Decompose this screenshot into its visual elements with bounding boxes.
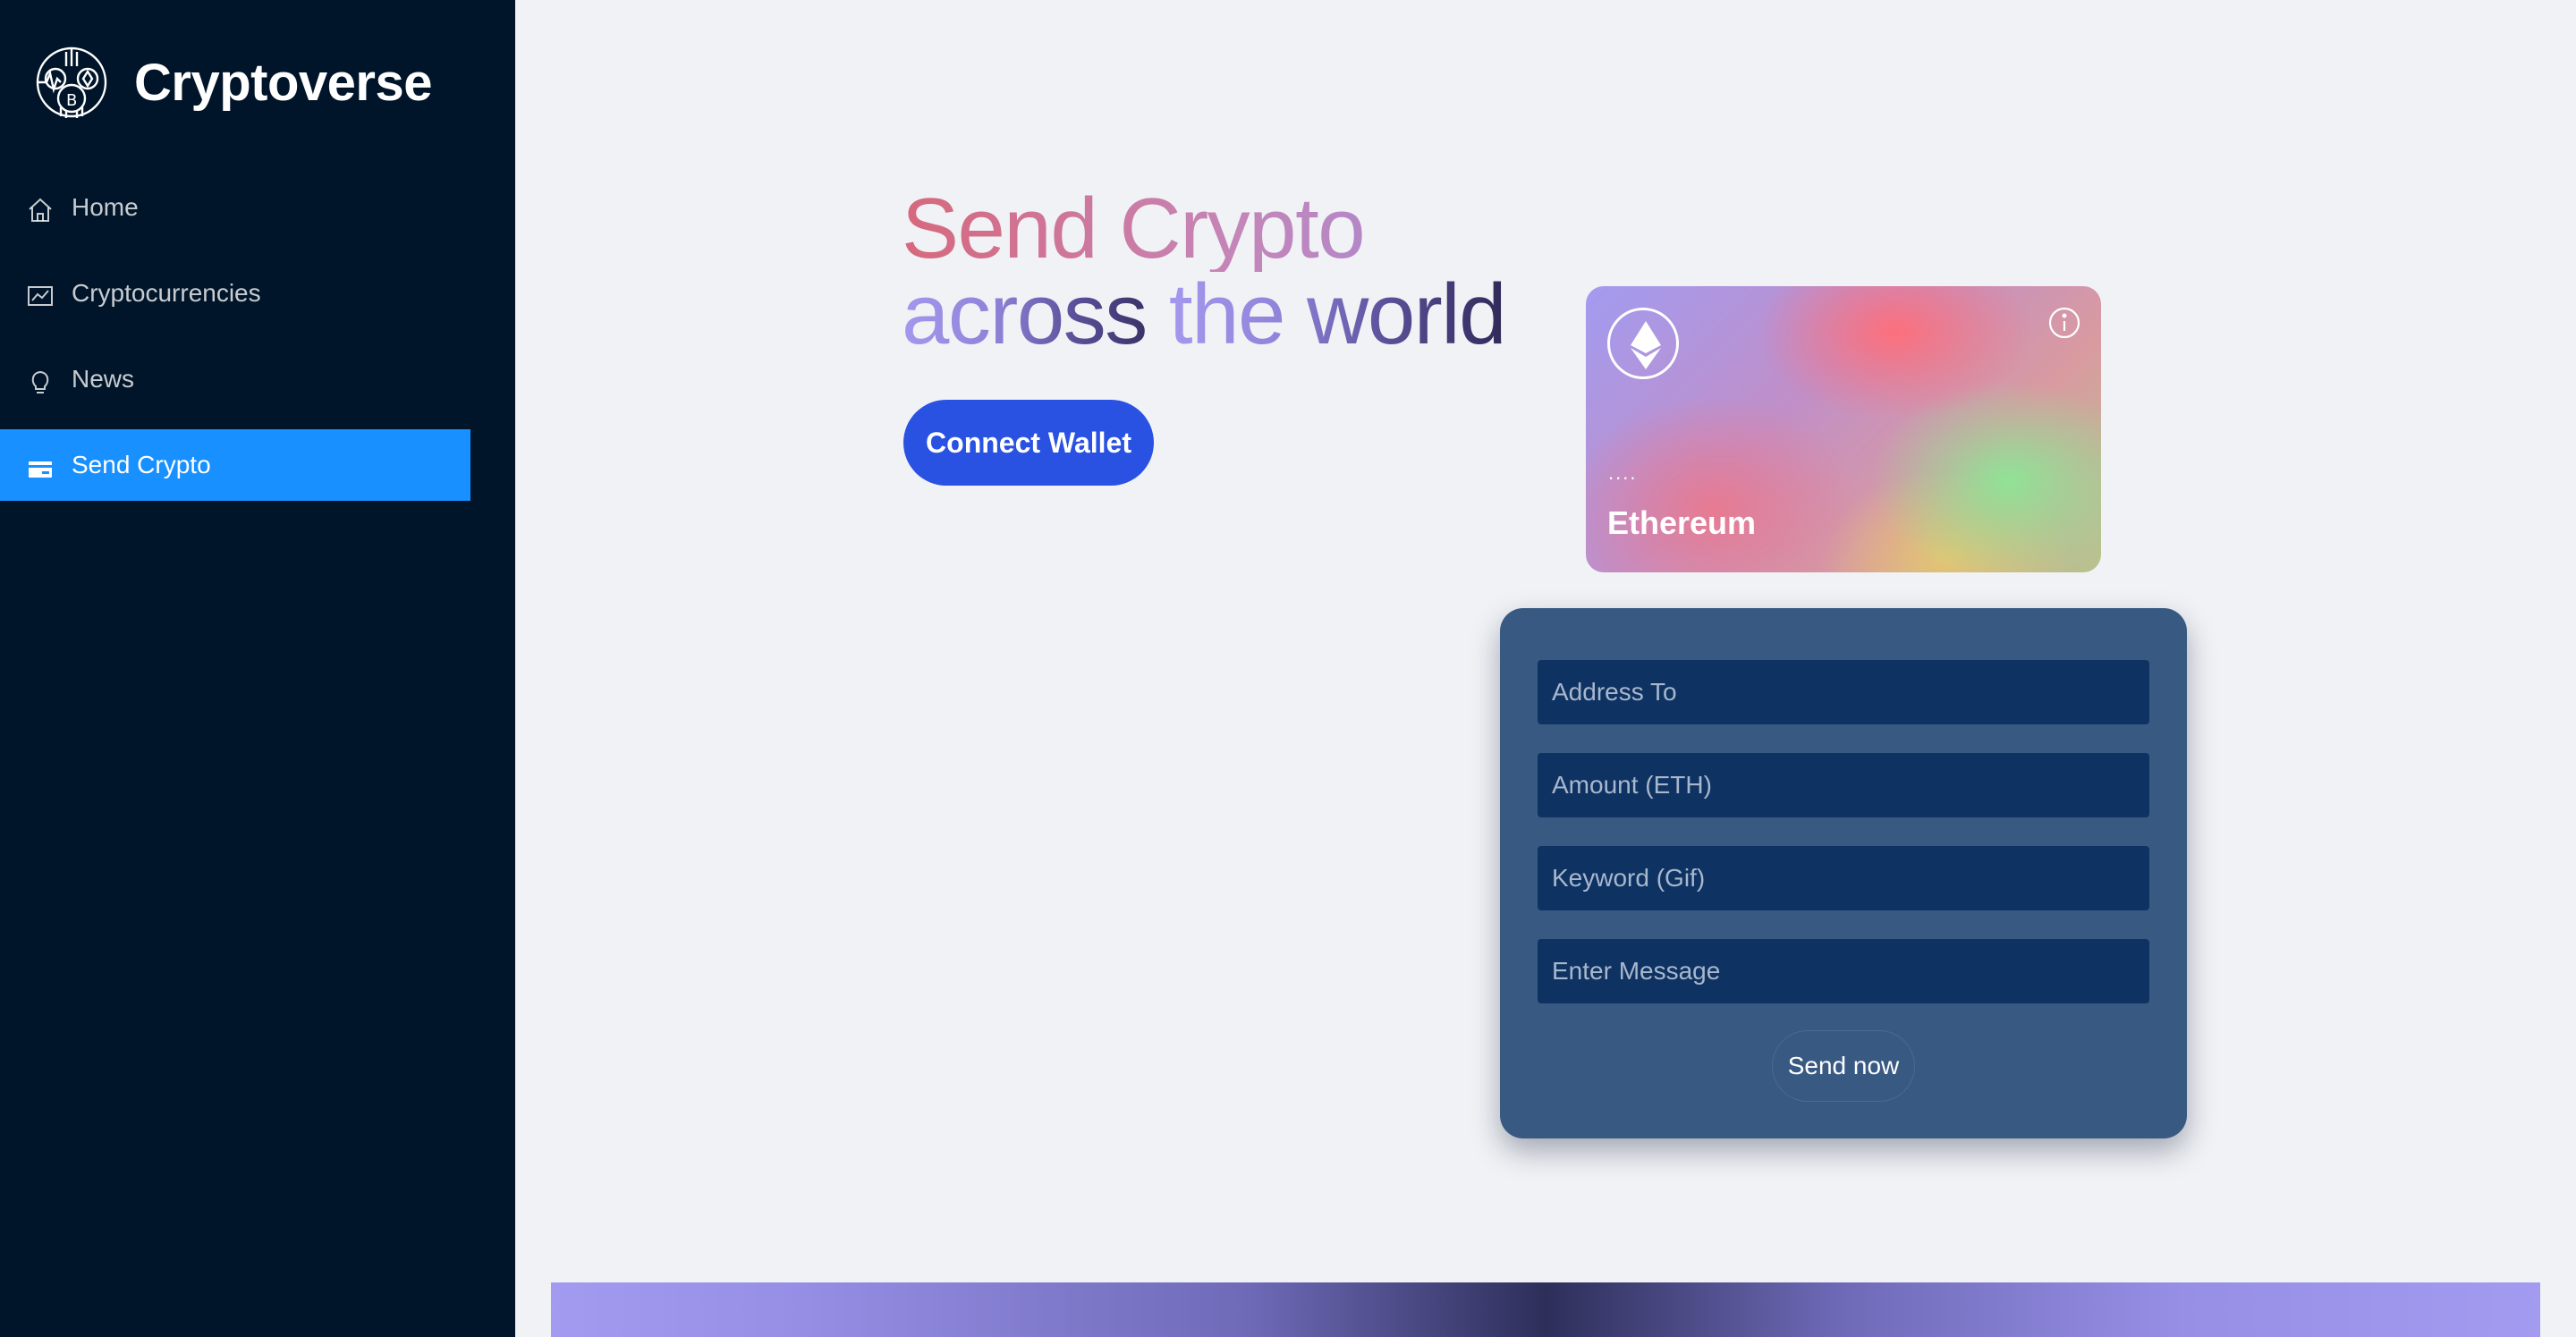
address-to-input[interactable] <box>1538 660 2149 724</box>
hero-heading-line1: Send Crypto <box>902 186 1505 272</box>
home-icon <box>29 198 52 222</box>
keyword-input[interactable] <box>1538 846 2149 910</box>
bulb-icon <box>31 370 49 393</box>
ethereum-icon <box>1631 321 1661 369</box>
ethereum-card: .... Ethereum <box>1586 286 2101 572</box>
svg-text:B: B <box>66 91 77 110</box>
send-form: Send now <box>1500 608 2187 1138</box>
card-address: .... <box>1608 461 1638 484</box>
message-input[interactable] <box>1538 939 2149 1003</box>
info-icon[interactable] <box>2047 306 2081 340</box>
menu-item-cryptocurrencies-label: Cryptocurrencies <box>72 279 261 307</box>
sidebar: B Cryptoverse Home Cryptocurrencies News <box>0 0 515 1337</box>
ethereum-logo <box>1607 308 1679 379</box>
menu-item-home-label: Home <box>72 193 139 221</box>
menu-item-news-label: News <box>72 365 135 393</box>
cryptoverse-logo-icon: B <box>36 47 107 118</box>
hero-heading: Send Crypto across the world <box>902 186 1506 358</box>
brand[interactable]: B Cryptoverse <box>34 43 432 122</box>
card-network-name: Ethereum <box>1607 504 1757 541</box>
brand-name: Cryptoverse <box>134 53 432 112</box>
menu-item-send-crypto-label: Send Crypto <box>72 451 211 478</box>
send-now-button[interactable]: Send now <box>1772 1030 1915 1102</box>
line-chart-icon <box>28 286 53 306</box>
connect-wallet-button[interactable]: Connect Wallet <box>903 400 1154 486</box>
credit-card-icon <box>29 461 52 478</box>
footer-gradient-banner <box>551 1282 2540 1337</box>
menu-item-home[interactable]: Home <box>0 172 470 243</box>
main-menu: Home Cryptocurrencies News Send Crypto <box>0 172 470 515</box>
amount-input[interactable] <box>1538 753 2149 817</box>
hero-heading-line2-part1: across <box>902 267 1169 362</box>
hero-heading-line2-part2: the world <box>1168 267 1507 362</box>
hero-heading-line2: across the world <box>902 272 1506 358</box>
menu-item-news[interactable]: News <box>0 343 470 415</box>
menu-item-send-crypto[interactable]: Send Crypto <box>0 429 470 501</box>
menu-item-cryptocurrencies[interactable]: Cryptocurrencies <box>0 258 470 329</box>
